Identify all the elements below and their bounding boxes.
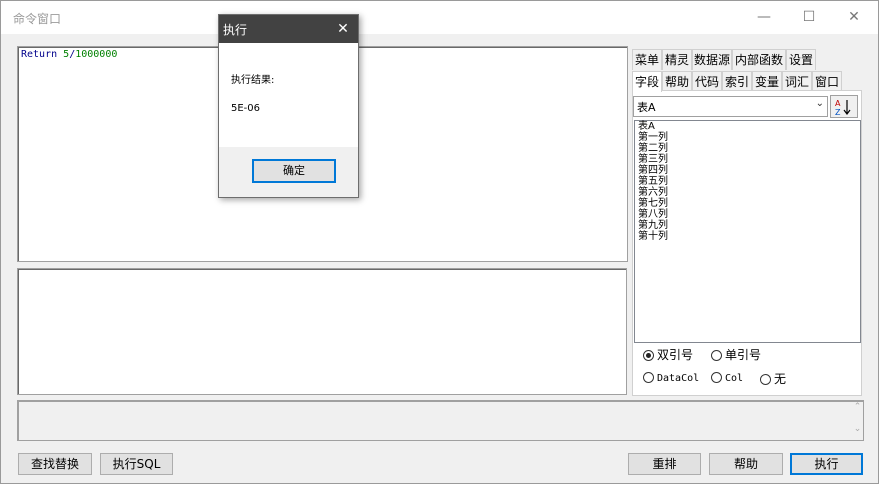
radio-none[interactable]: 无 [760, 370, 786, 387]
title-bar: 命令窗口 — ☐ ✕ [1, 1, 878, 34]
list-item[interactable]: 第二列 [635, 143, 860, 154]
az-sort-icon: A Z [835, 99, 851, 117]
svg-text:Z: Z [835, 108, 841, 117]
output-pane[interactable] [17, 268, 627, 395]
list-item[interactable]: 第四列 [635, 165, 860, 176]
list-item[interactable]: 第六列 [635, 187, 860, 198]
dialog-title: 执行 [223, 23, 248, 37]
list-item[interactable]: 第十列 [635, 231, 860, 242]
execute-sql-button[interactable]: 执行SQL [100, 453, 173, 475]
list-item[interactable]: 第五列 [635, 176, 860, 187]
execute-button[interactable]: 执行 [790, 453, 863, 475]
radio-icon [760, 374, 771, 385]
scroll-up-icon[interactable]: ⌃ [850, 402, 865, 412]
svg-text:A: A [835, 99, 841, 108]
rearrange-button[interactable]: 重排 [628, 453, 701, 475]
tab-r1-0[interactable]: 菜单 [632, 49, 662, 70]
radio-datacol-label: DataCol [657, 373, 700, 384]
help-button[interactable]: 帮助 [709, 453, 783, 475]
radio-icon [711, 372, 722, 383]
status-textbox[interactable] [17, 400, 864, 441]
maximize-button[interactable]: ☐ [786, 1, 832, 34]
tab-r2-6[interactable]: 窗口 [812, 71, 842, 92]
tab-r2-4[interactable]: 变量 [752, 71, 782, 92]
dialog-result-label: 执行结果: [231, 75, 275, 86]
radio-icon [711, 350, 722, 361]
radio-col-label: Col [725, 373, 744, 384]
tab-r1-2[interactable]: 数据源 [692, 49, 732, 70]
radio-col[interactable]: Col [711, 370, 743, 384]
list-item[interactable]: 第九列 [635, 220, 860, 231]
tab-r2-2[interactable]: 代码 [692, 71, 722, 92]
field-list[interactable]: 表A 第一列 第二列 第三列 第四列 第五列 第六列 第七列 第八列 第九列 第十列 [634, 120, 861, 343]
sort-button[interactable]: A Z [830, 95, 858, 118]
tab-r2-1[interactable]: 帮助 [662, 71, 692, 92]
vertical-scrollbar[interactable]: ⌃ ⌄ [850, 402, 865, 438]
tab-r2-5[interactable]: 词汇 [782, 71, 812, 92]
radio-double-quote-label: 双引号 [657, 348, 694, 362]
code-keyword: Return [21, 49, 58, 60]
radio-none-label: 无 [774, 372, 787, 386]
scroll-down-icon[interactable]: ⌄ [850, 424, 865, 434]
close-button[interactable]: ✕ [831, 1, 877, 34]
list-item[interactable]: 第一列 [635, 132, 860, 143]
list-item[interactable]: 第八列 [635, 209, 860, 220]
window-title: 命令窗口 [13, 12, 62, 26]
dialog-title-bar: 执行 ✕ [219, 15, 358, 43]
tab-r2-3[interactable]: 索引 [722, 71, 752, 92]
radio-double-quote[interactable]: 双引号 [643, 346, 693, 363]
code-number-b: 1000000 [75, 49, 118, 60]
list-item[interactable]: 表A [635, 121, 860, 132]
list-item[interactable]: 第七列 [635, 198, 860, 209]
tab-r1-4[interactable]: 设置 [786, 49, 816, 70]
dialog-close-icon[interactable]: ✕ [328, 15, 358, 43]
dialog-result-value: 5E-06 [231, 103, 261, 114]
minimize-button[interactable]: — [741, 1, 787, 34]
tab-r1-1[interactable]: 精灵 [662, 49, 692, 70]
chevron-down-icon: ⌄ [815, 98, 824, 109]
radio-datacol[interactable]: DataCol [643, 370, 699, 384]
radio-single-quote-label: 单引号 [725, 348, 762, 362]
dialog-body: 执行结果: 5E-06 [219, 43, 358, 147]
radio-icon [643, 372, 654, 383]
radio-selected-icon [643, 350, 654, 361]
execute-result-dialog: 执行 ✕ 执行结果: 5E-06 确定 [218, 14, 359, 198]
tab-r1-3[interactable]: 内部函数 [732, 49, 786, 70]
table-select[interactable]: 表A ⌄ [633, 96, 828, 117]
tab-r2-0[interactable]: 字段 [632, 71, 662, 92]
list-item[interactable]: 第三列 [635, 154, 860, 165]
find-replace-button[interactable]: 查找替换 [18, 453, 92, 475]
table-select-value: 表A [637, 101, 656, 114]
radio-single-quote[interactable]: 单引号 [711, 346, 761, 363]
dialog-ok-button[interactable]: 确定 [252, 159, 336, 183]
